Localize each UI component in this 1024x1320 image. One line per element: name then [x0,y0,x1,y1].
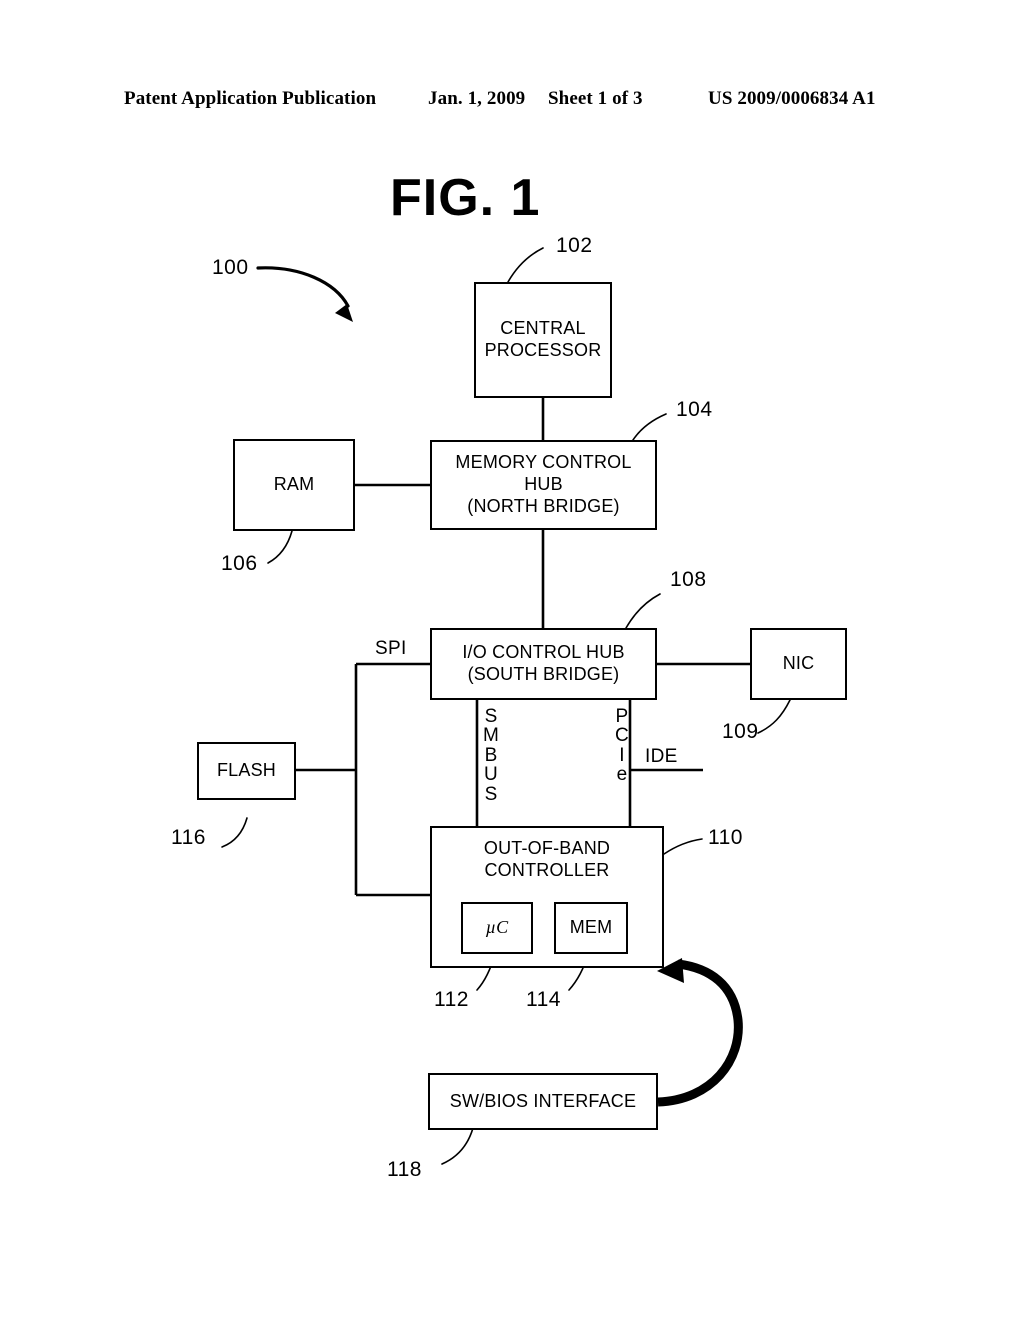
node-out-of-band-controller-label: OUT-OF-BAND CONTROLLER [483,838,611,880]
ref-num-114: 114 [526,988,561,1011]
node-sw-bios-interface-label: SW/BIOS INTERFACE [449,1090,637,1111]
leader-109 [757,699,791,734]
node-ram-label: RAM [273,474,315,495]
node-microcontroller[interactable]: µC [461,902,533,954]
ref-num-104: 104 [676,398,713,421]
node-sw-bios-interface[interactable]: SW/BIOS INTERFACE [428,1073,658,1130]
leader-102 [507,247,544,283]
ref-num-116: 116 [171,826,206,849]
node-microcontroller-label: µC [485,917,509,938]
bus-label-smbus: S M B U S [483,707,499,804]
node-flash[interactable]: FLASH [197,742,296,800]
node-mem-label: MEM [569,917,613,938]
leader-116 [221,817,248,848]
ref-num-102: 102 [556,234,593,257]
ref-num-108: 108 [670,568,707,591]
leader-108 [625,593,661,629]
bus-label-smbus-char-1: M [483,725,500,747]
bus-label-pcie-char-3: e [616,764,628,786]
system-ref-arrow [256,266,353,322]
ref-num-118: 118 [387,1158,422,1181]
bus-label-smbus-char-2: B [484,744,498,766]
node-io-control-hub-label: I/O CONTROL HUB (SOUTH BRIDGE) [462,642,625,684]
bus-label-pcie-char-2: I [619,744,625,766]
bus-label-smbus-char-0: S [484,706,498,727]
bus-label-pcie-char-1: C [615,725,630,747]
connector-spi-bus [354,662,430,897]
node-flash-label: FLASH [216,760,277,781]
ref-num-110: 110 [708,826,743,849]
leader-118 [441,1127,474,1165]
bus-label-spi: SPI [375,638,407,659]
bus-label-ide: IDE [645,746,678,767]
node-mem[interactable]: MEM [554,902,628,954]
bus-label-pcie-char-0: P [615,706,629,727]
node-ram[interactable]: RAM [233,439,355,531]
bus-label-smbus-char-3: U [484,764,499,786]
sw-bios-to-oob-arrow [657,958,743,1107]
ref-num-106: 106 [221,552,258,575]
ref-num-100: 100 [212,256,249,279]
node-io-control-hub[interactable]: I/O CONTROL HUB (SOUTH BRIDGE) [430,628,657,700]
leader-110 [663,838,703,855]
node-nic[interactable]: NIC [750,628,847,700]
bus-label-pcie: P C I e [615,707,629,785]
node-memory-control-hub[interactable]: MEMORY CONTROL HUB (NORTH BRIDGE) [430,440,657,530]
node-memory-control-hub-label: MEMORY CONTROL HUB (NORTH BRIDGE) [455,452,632,516]
leader-106 [267,530,293,564]
leader-104 [632,413,667,441]
node-nic-label: NIC [782,653,815,674]
ref-num-112: 112 [434,988,469,1011]
node-central-processor-label: CENTRAL PROCESSOR [484,318,602,360]
ref-num-109: 109 [722,720,759,743]
bus-label-smbus-char-4: S [484,783,498,805]
node-central-processor[interactable]: CENTRAL PROCESSOR [474,282,612,398]
